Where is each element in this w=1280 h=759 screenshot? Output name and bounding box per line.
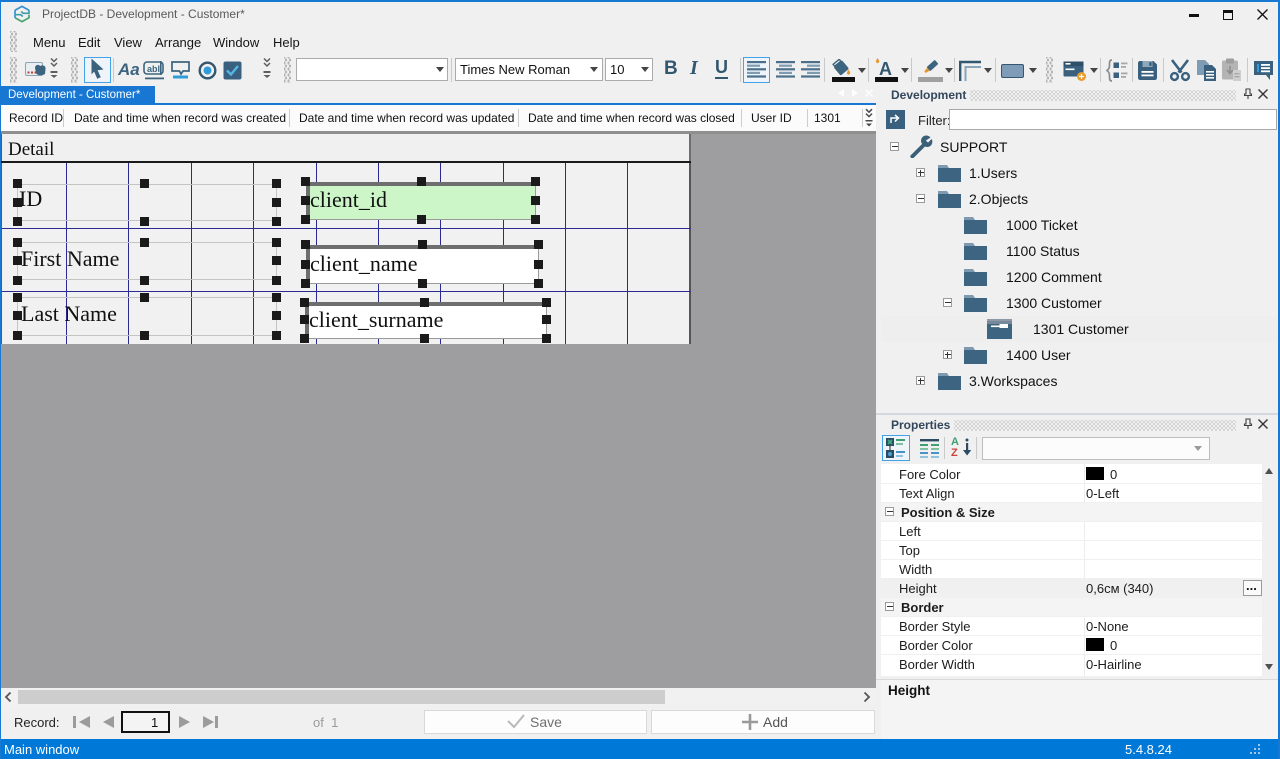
svg-text:abl: abl [147, 64, 160, 74]
svg-text:A: A [879, 59, 892, 79]
